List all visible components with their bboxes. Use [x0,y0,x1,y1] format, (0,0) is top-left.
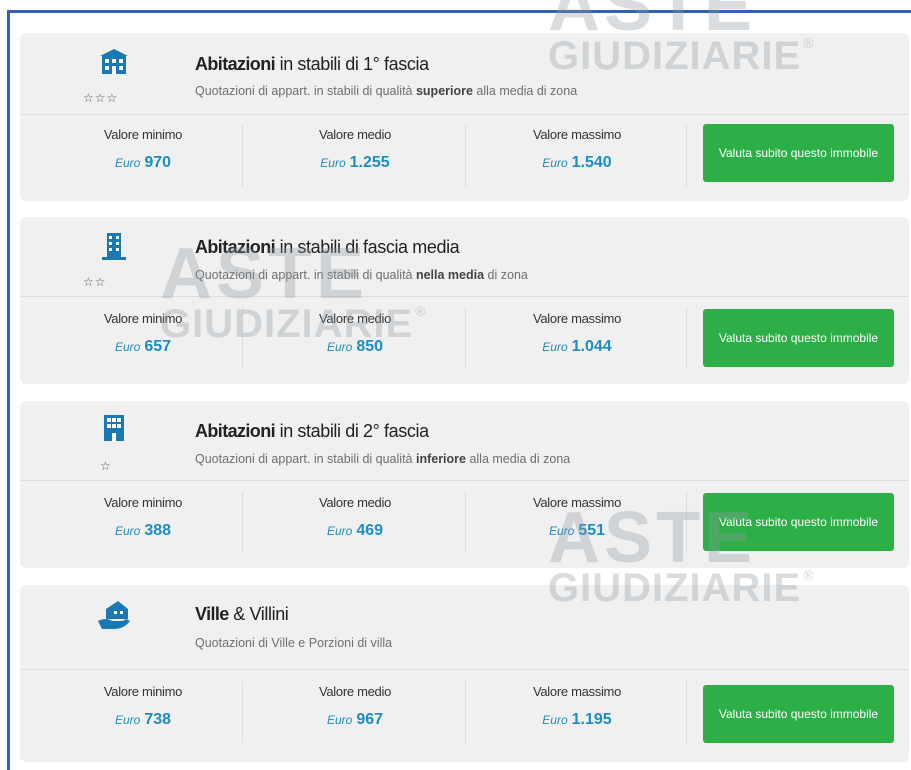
max-value: Valore massimo Euro 1.044 [477,311,677,356]
min-value: Valore minimo Euro 388 [43,495,243,540]
card-subtitle: Quotazioni di appart. in stabili di qual… [195,268,528,282]
max-value: Valore massimo Euro 1.195 [477,684,677,729]
min-label: Valore minimo [103,684,183,699]
max-amount: 1.195 [571,711,612,728]
min-label: Valore minimo [103,311,183,326]
evaluate-button[interactable]: Valuta subito questo immobile [703,685,894,743]
mid-value: Valore medio Euro 967 [255,684,455,729]
min-value: Valore minimo Euro 970 [43,127,243,172]
price-card-3: ☆ Abitazioni in stabili di 2° fascia Quo… [20,401,909,568]
min-value: Valore minimo Euro 657 [43,311,243,356]
mid-label: Valore medio [318,495,392,510]
max-label: Valore massimo [532,495,622,510]
card-title: Abitazioni in stabili di 2° fascia [195,421,429,441]
price-card-1: ☆☆☆ Abitazioni in stabili di 1° fascia Q… [20,33,909,201]
mid-amount: 850 [356,338,384,355]
mid-amount: 469 [356,522,384,539]
card-header [20,585,909,670]
villa-hand-icon [96,599,132,629]
building-icon [96,231,132,261]
mid-amount: 967 [356,711,384,728]
mid-label: Valore medio [318,684,392,699]
evaluate-button[interactable]: Valuta subito questo immobile [703,493,894,551]
card-header [20,217,909,297]
price-card-2: ☆☆ Abitazioni in stabili di fascia media… [20,217,909,384]
mid-value: Valore medio Euro 469 [255,495,455,540]
max-value: Valore massimo Euro 1.540 [477,127,677,172]
house-icon [96,47,132,77]
mid-amount: 1.255 [349,154,390,171]
min-value: Valore minimo Euro 738 [43,684,243,729]
apartment-block-icon [96,413,132,443]
mid-label: Valore medio [318,311,392,326]
max-amount: 1.540 [571,154,612,171]
max-label: Valore massimo [532,311,622,326]
card-title: Ville & Villini [195,604,289,624]
card-subtitle: Quotazioni di appart. in stabili di qual… [195,84,578,98]
evaluate-button[interactable]: Valuta subito questo immobile [703,124,894,182]
min-amount: 388 [144,522,172,539]
min-amount: 738 [144,711,172,728]
price-card-4: Ville & Villini Quotazioni di Ville e Po… [20,585,909,762]
rating-stars: ☆ [100,459,112,473]
evaluate-button[interactable]: Valuta subito questo immobile [703,309,894,367]
mid-value: Valore medio Euro 850 [255,311,455,356]
max-amount: 551 [578,522,606,539]
card-title: Abitazioni in stabili di 1° fascia [195,54,429,74]
max-label: Valore massimo [532,127,622,142]
min-label: Valore minimo [103,495,183,510]
mid-label: Valore medio [318,127,392,142]
min-amount: 657 [144,338,172,355]
rating-stars: ☆☆☆ [83,91,119,105]
min-label: Valore minimo [103,127,183,142]
card-header [20,401,909,481]
min-amount: 970 [144,154,172,171]
card-title: Abitazioni in stabili di fascia media [195,237,460,257]
max-value: Valore massimo Euro 551 [477,495,677,540]
card-subtitle: Quotazioni di appart. in stabili di qual… [195,452,571,466]
rating-stars: ☆☆ [83,275,107,289]
max-label: Valore massimo [532,684,622,699]
card-header [20,33,909,115]
card-subtitle: Quotazioni di Ville e Porzioni di villa [195,636,393,650]
mid-value: Valore medio Euro 1.255 [255,127,455,172]
max-amount: 1.044 [571,338,612,355]
